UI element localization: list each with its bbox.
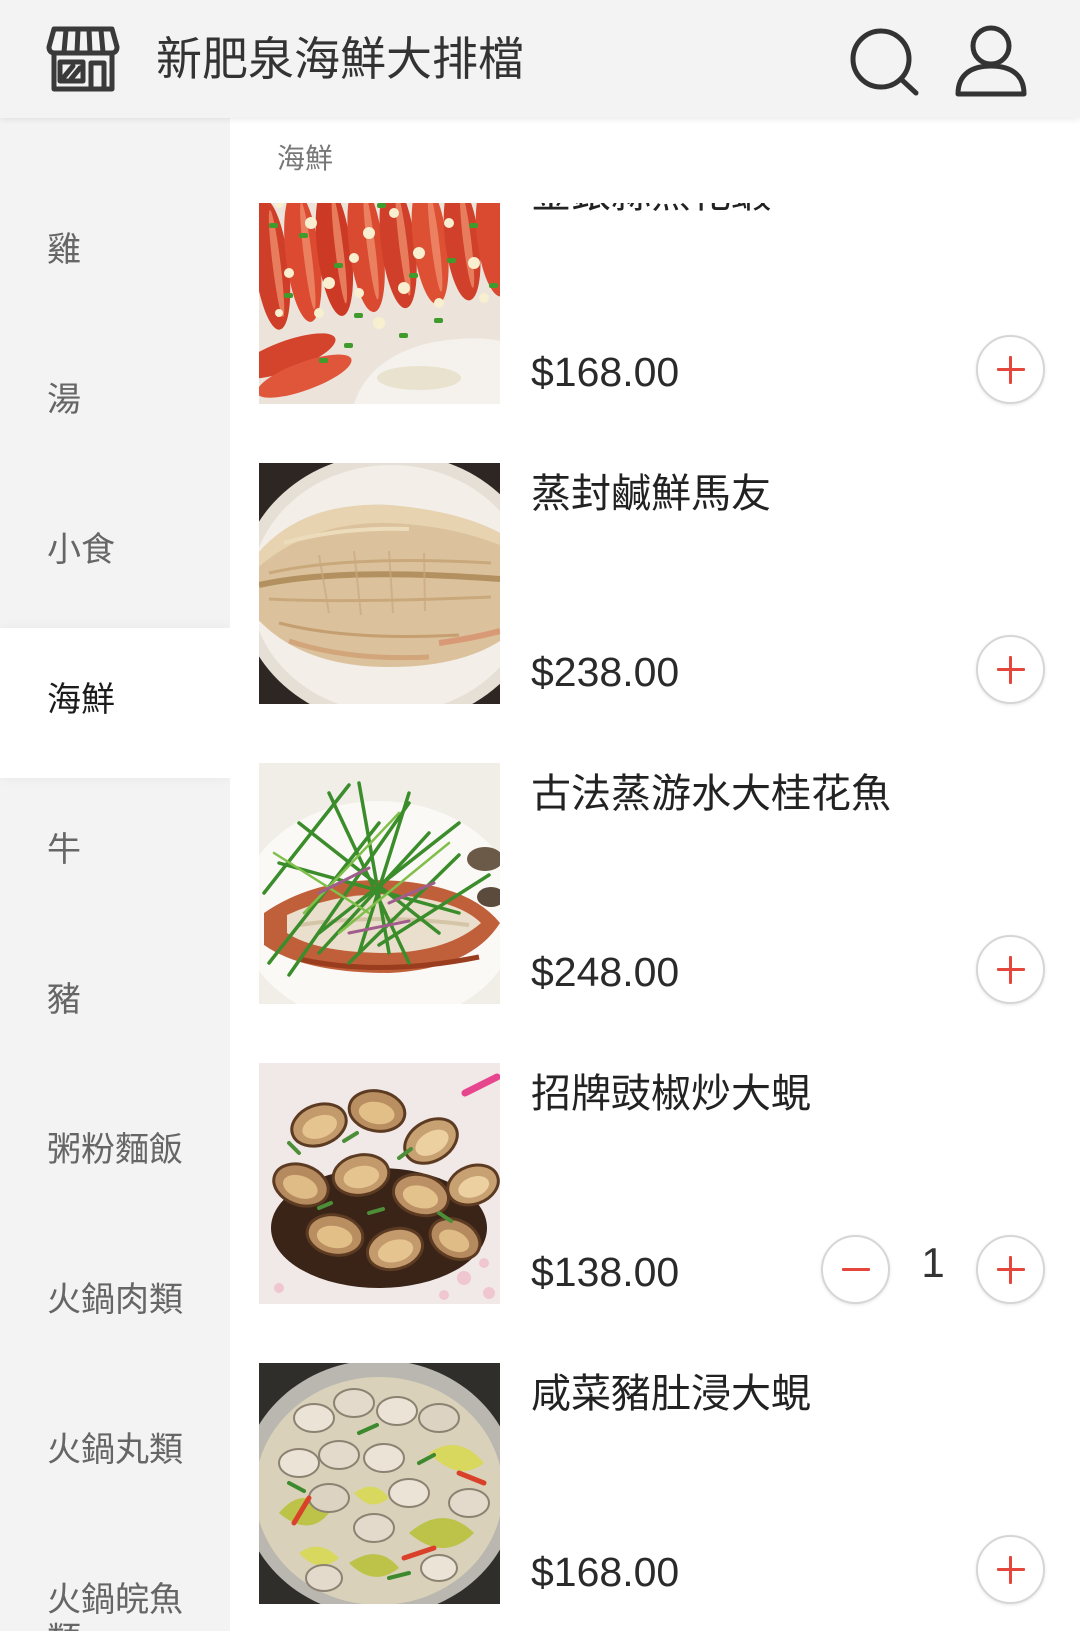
dish-photo[interactable] [259, 763, 500, 1004]
dish-photo-image [259, 1363, 500, 1604]
category-list: 雞 湯 小食 海鮮 牛 豬 粥粉麵飯 火鍋肉類 火鍋丸類 火鍋皖魚類 [0, 178, 230, 1631]
sidebar-item-hotpot-fish[interactable]: 火鍋皖魚類 [0, 1528, 230, 1631]
menu-item[interactable]: 咸菜豬肚浸大蜆 $168.00 [230, 1363, 1080, 1631]
menu-item[interactable]: 蒸封鹹鮮馬友 $238.00 [230, 463, 1080, 763]
menu-item[interactable]: 招牌豉椒炒大蜆 $138.00 1 [230, 1063, 1080, 1363]
sidebar-item-beef[interactable]: 牛 [0, 778, 230, 928]
dish-photo-image [259, 463, 500, 704]
category-title: 海鮮 [277, 142, 334, 175]
sidebar-item-chicken[interactable]: 雞 [0, 178, 230, 328]
dish-price: $248.00 [531, 949, 680, 995]
storefront-icon [45, 25, 121, 93]
dish-photo[interactable] [259, 1363, 500, 1604]
decrease-quantity-button[interactable] [821, 1235, 890, 1304]
menu-list: 海鮮 $168.00 蒸封鹹鮮馬友 $238.00 古法蒸游水大桂花魚 $248… [230, 118, 1080, 1631]
dish-name: 古法蒸游水大桂花魚 [531, 771, 891, 817]
plus-icon [996, 355, 1025, 384]
dish-price: $138.00 [531, 1249, 680, 1295]
dish-name: 蒸封鹹鮮馬友 [531, 471, 771, 517]
dish-price: $238.00 [531, 649, 680, 695]
plus-icon [996, 655, 1025, 684]
app-header: 新肥泉海鮮大排檔 [0, 0, 1080, 118]
add-to-cart-button[interactable] [976, 935, 1045, 1004]
search-button[interactable] [846, 26, 924, 98]
sidebar-item-seafood[interactable]: 海鮮 [0, 628, 230, 778]
sidebar-item-soup[interactable]: 湯 [0, 328, 230, 478]
dish-photo-image [259, 763, 500, 1004]
category-header: 海鮮 [230, 118, 1080, 203]
dish-price: $168.00 [531, 349, 680, 395]
menu-item[interactable]: 金銀蒜蒸花蝦 $168.00 [230, 163, 1080, 463]
sidebar-item-congee-noodles-rice[interactable]: 粥粉麵飯 [0, 1078, 230, 1228]
dish-photo[interactable] [259, 1063, 500, 1304]
add-to-cart-button[interactable] [976, 635, 1045, 704]
minus-icon [841, 1256, 870, 1284]
sidebar-item-hotpot-balls[interactable]: 火鍋丸類 [0, 1378, 230, 1528]
add-to-cart-button[interactable] [976, 335, 1045, 404]
dish-price: $168.00 [531, 1549, 680, 1595]
quantity-count: 1 [921, 1239, 945, 1286]
storefront-icon-graphic [46, 26, 120, 92]
add-to-cart-button[interactable] [976, 1235, 1045, 1304]
account-button[interactable] [953, 24, 1029, 98]
dish-name: 咸菜豬肚浸大蜆 [531, 1371, 811, 1417]
add-to-cart-button[interactable] [976, 1535, 1045, 1604]
sidebar-item-snacks[interactable]: 小食 [0, 478, 230, 628]
plus-icon [996, 955, 1025, 984]
dish-photo[interactable] [259, 463, 500, 704]
menu-item[interactable]: 古法蒸游水大桂花魚 $248.00 [230, 763, 1080, 1063]
user-icon [955, 25, 1027, 97]
plus-icon [996, 1555, 1025, 1584]
category-sidebar: 雞 湯 小食 海鮮 牛 豬 粥粉麵飯 火鍋肉類 火鍋丸類 火鍋皖魚類 [0, 118, 230, 1631]
dish-photo-image [259, 1063, 500, 1304]
sidebar-item-hotpot-meat[interactable]: 火鍋肉類 [0, 1228, 230, 1378]
sidebar-item-pork[interactable]: 豬 [0, 928, 230, 1078]
plus-icon [996, 1255, 1025, 1284]
dish-name: 招牌豉椒炒大蜆 [531, 1071, 811, 1117]
page-title: 新肥泉海鮮大排檔 [156, 32, 524, 86]
search-icon [850, 28, 919, 96]
